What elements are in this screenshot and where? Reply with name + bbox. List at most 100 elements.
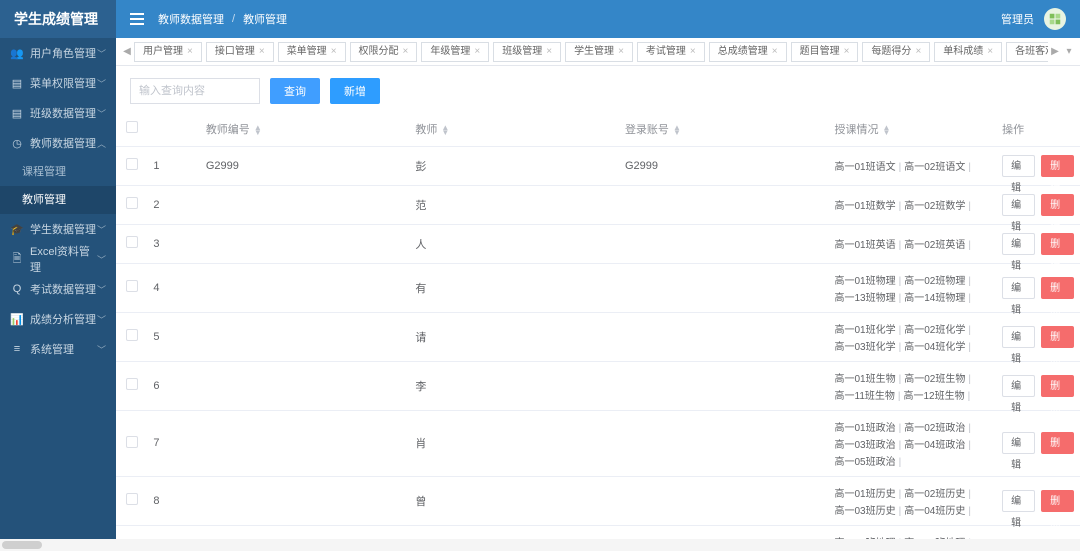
row-checkbox[interactable] [126,236,138,248]
class-tag: 高一04班政治| [904,436,974,451]
delete-button[interactable]: 删除 [1041,375,1074,397]
sort-icon[interactable]: ▲▼ [441,125,449,135]
close-icon[interactable]: × [690,43,696,61]
sidebar-item[interactable]: Q考试数据管理﹀ [0,274,116,304]
tab[interactable]: 考试管理× [637,42,705,62]
edit-button[interactable]: 编辑 [1002,277,1035,299]
sort-icon[interactable]: ▲▼ [254,125,262,135]
edit-button[interactable]: 编辑 [1002,194,1035,216]
table-row: 4有高一01班物理|高一02班物理|高一13班物理|高一14班物理|编辑删除 [116,263,1080,312]
col-account[interactable]: 登录账号 [625,124,669,136]
tab[interactable]: 学生管理× [565,42,633,62]
cell-account [619,312,829,361]
close-icon[interactable]: × [915,43,921,61]
sidebar-item[interactable]: ≡系统管理﹀ [0,334,116,364]
search-button[interactable]: 查询 [270,78,320,104]
close-icon[interactable]: × [546,43,552,61]
tab[interactable]: 总成绩管理× [709,42,787,62]
edit-button[interactable]: 编辑 [1002,490,1035,512]
sidebar-item[interactable]: 🗎Excel资料管理﹀ [0,244,116,274]
current-user[interactable]: 管理员 [1001,11,1034,27]
close-icon[interactable]: × [844,43,850,61]
delete-button[interactable]: 删除 [1041,326,1074,348]
sort-icon[interactable]: ▲▼ [883,125,891,135]
class-tag: 高一12班生物| [904,387,974,402]
class-tag: 高一01班数学| [835,197,905,212]
breadcrumb-item[interactable]: 教师数据管理 [158,11,224,27]
search-input[interactable] [130,78,260,104]
cell-situation: 高一01班英语|高一02班英语| [835,236,985,251]
row-index: 2 [147,185,199,224]
row-checkbox[interactable] [126,197,138,209]
select-all-checkbox[interactable] [126,121,138,133]
cell-teacher-no [200,525,410,539]
sidebar-item[interactable]: 👥用户角色管理﹀ [0,38,116,68]
col-teacher-no[interactable]: 教师编号 [206,124,250,136]
breadcrumb-sep: / [232,13,235,25]
delete-button[interactable]: 删除 [1041,155,1074,177]
close-icon[interactable]: × [403,43,409,61]
edit-button[interactable]: 编辑 [1002,375,1035,397]
class-tag: 高一02班政治| [904,419,974,434]
sidebar-item[interactable]: 📊成绩分析管理﹀ [0,304,116,334]
class-tag: 高一02班生物| [904,370,974,385]
table-row: 3人高一01班英语|高一02班英语|编辑删除 [116,224,1080,263]
row-checkbox[interactable] [126,329,138,341]
add-button[interactable]: 新增 [330,78,380,104]
tab[interactable]: 接口管理× [206,42,274,62]
delete-button[interactable]: 删除 [1041,490,1074,512]
close-icon[interactable]: × [331,43,337,61]
class-tag: 高一13班物理| [835,289,905,304]
row-checkbox[interactable] [126,158,138,170]
sidebar-item[interactable]: ▤班级数据管理﹀ [0,98,116,128]
menu-toggle-icon[interactable] [130,13,144,25]
sidebar-item[interactable]: ▤菜单权限管理﹀ [0,68,116,98]
scrollbar-thumb[interactable] [2,541,42,549]
tab[interactable]: 年级管理× [421,42,489,62]
close-icon[interactable]: × [618,43,624,61]
close-icon[interactable]: × [259,43,265,61]
close-icon[interactable]: × [474,43,480,61]
cell-teacher-name: 曾 [409,476,619,525]
close-icon[interactable]: × [987,43,993,61]
tab[interactable]: 用户管理× [134,42,202,62]
sidebar-item-label: 菜单权限管理 [30,75,97,91]
delete-button[interactable]: 删除 [1041,194,1074,216]
sidebar-subitem[interactable]: 教师管理 [0,186,116,214]
sidebar-item[interactable]: 🎓学生数据管理﹀ [0,214,116,244]
sidebar-item[interactable]: ◷教师数据管理︿ [0,128,116,158]
sort-icon[interactable]: ▲▼ [673,125,681,135]
sidebar-subitem[interactable]: 课程管理 [0,158,116,186]
tab[interactable]: 每题得分× [862,42,930,62]
delete-button[interactable]: 删除 [1041,432,1074,454]
row-checkbox[interactable] [126,493,138,505]
row-index: 4 [147,263,199,312]
sidebar-icon: 🎓 [10,223,24,236]
col-teacher[interactable]: 教师 [415,124,437,136]
col-situation[interactable]: 授课情况 [835,124,879,136]
close-icon[interactable]: × [772,43,778,61]
row-checkbox[interactable] [126,378,138,390]
delete-button[interactable]: 删除 [1041,233,1074,255]
horizontal-scrollbar[interactable] [0,539,1080,551]
tabs-scroll-left[interactable]: ◀ [120,46,134,57]
delete-button[interactable]: 删除 [1041,277,1074,299]
edit-button[interactable]: 编辑 [1002,233,1035,255]
row-checkbox[interactable] [126,436,138,448]
edit-button[interactable]: 编辑 [1002,326,1035,348]
tab[interactable]: 题目管理× [791,42,859,62]
tab[interactable]: 权限分配× [350,42,418,62]
row-checkbox[interactable] [126,280,138,292]
tab[interactable]: 各班客观题× [1006,42,1048,62]
tab[interactable]: 菜单管理× [278,42,346,62]
close-icon[interactable]: × [187,43,193,61]
edit-button[interactable]: 编辑 [1002,432,1035,454]
tab-label: 单科成绩 [943,43,983,61]
tabs-menu[interactable]: ▾ [1062,46,1076,57]
avatar[interactable] [1044,8,1066,30]
edit-button[interactable]: 编辑 [1002,155,1035,177]
tab[interactable]: 单科成绩× [934,42,1002,62]
class-tag: 高一01班历史| [835,485,905,500]
tab[interactable]: 班级管理× [493,42,561,62]
tabs-scroll-right[interactable]: ▶ [1048,46,1062,57]
